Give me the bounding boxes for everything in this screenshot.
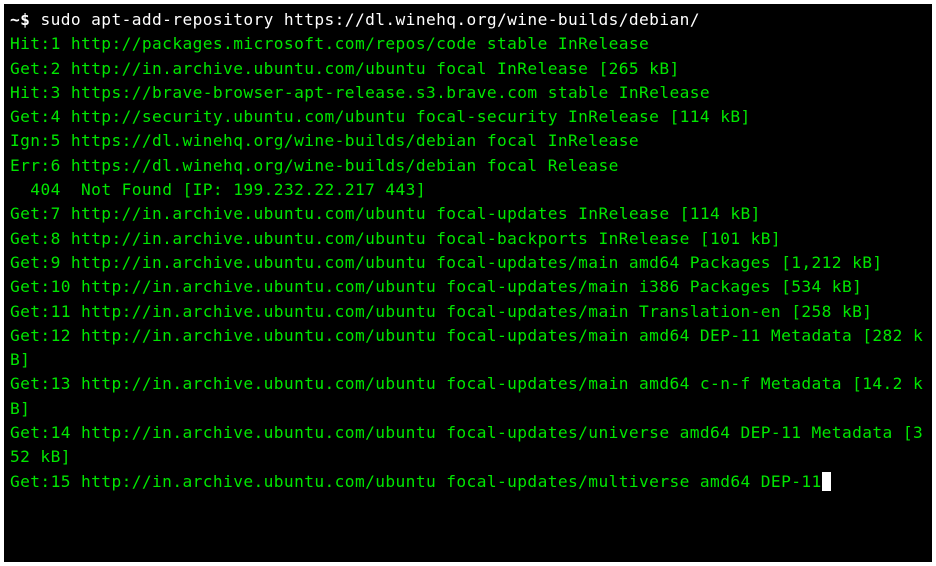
output-line: Get:2 http://in.archive.ubuntu.com/ubunt… bbox=[10, 57, 926, 81]
output-line: Hit:1 http://packages.microsoft.com/repo… bbox=[10, 32, 926, 56]
output-line: 404 Not Found [IP: 199.232.22.217 443] bbox=[10, 178, 926, 202]
prompt-symbol: ~$ bbox=[10, 10, 40, 29]
output-line: Get:9 http://in.archive.ubuntu.com/ubunt… bbox=[10, 251, 926, 275]
output-line: Get:11 http://in.archive.ubuntu.com/ubun… bbox=[10, 300, 926, 324]
output-line: Get:10 http://in.archive.ubuntu.com/ubun… bbox=[10, 275, 926, 299]
terminal-window[interactable]: ~$ sudo apt-add-repository https://dl.wi… bbox=[4, 4, 932, 562]
output-line: Ign:5 https://dl.winehq.org/wine-builds/… bbox=[10, 129, 926, 153]
prompt-line: ~$ sudo apt-add-repository https://dl.wi… bbox=[10, 8, 926, 32]
cursor bbox=[822, 472, 831, 491]
output-line: Get:14 http://in.archive.ubuntu.com/ubun… bbox=[10, 421, 926, 470]
output-text: Get:15 http://in.archive.ubuntu.com/ubun… bbox=[10, 472, 822, 491]
output-line: Get:15 http://in.archive.ubuntu.com/ubun… bbox=[10, 470, 926, 494]
output-line: Err:6 https://dl.winehq.org/wine-builds/… bbox=[10, 154, 926, 178]
output-line: Get:12 http://in.archive.ubuntu.com/ubun… bbox=[10, 324, 926, 373]
output-line: Get:7 http://in.archive.ubuntu.com/ubunt… bbox=[10, 202, 926, 226]
output-line: Get:4 http://security.ubuntu.com/ubuntu … bbox=[10, 105, 926, 129]
output-line: Get:13 http://in.archive.ubuntu.com/ubun… bbox=[10, 372, 926, 421]
command-text: sudo apt-add-repository https://dl.wineh… bbox=[40, 10, 699, 29]
output-line: Get:8 http://in.archive.ubuntu.com/ubunt… bbox=[10, 227, 926, 251]
output-line: Hit:3 https://brave-browser-apt-release.… bbox=[10, 81, 926, 105]
